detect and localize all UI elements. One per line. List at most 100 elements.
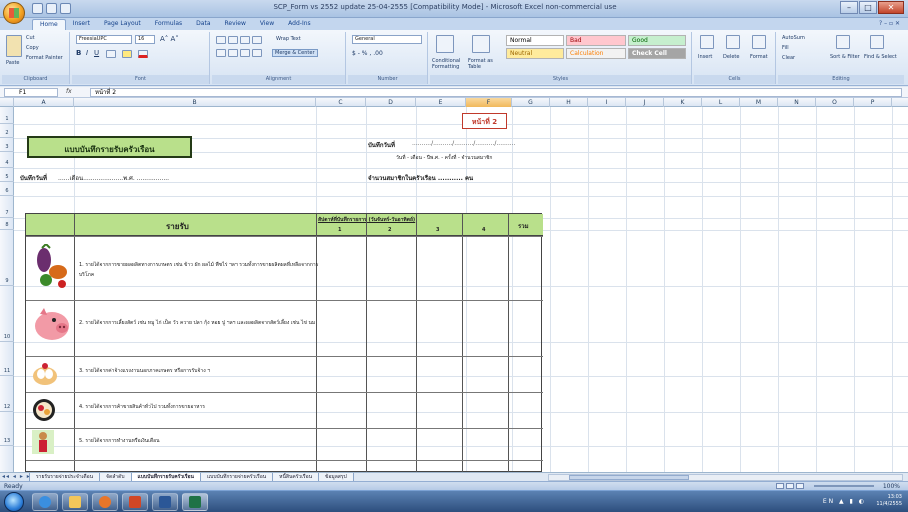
style-bad[interactable]: Bad [566,35,626,46]
copy-button[interactable]: Copy [26,45,39,51]
horizontal-scroll-thumb[interactable] [569,475,689,480]
income-item-1[interactable]: 1. รายได้จากการขายผลผลิตทางการเกษตร เช่น… [79,260,324,280]
align-right-icon[interactable] [240,49,250,57]
format-as-table-button[interactable]: Format as Table [468,58,500,70]
column-header-c[interactable]: C [316,98,366,107]
taskbar-ie[interactable] [32,493,58,511]
align-bottom-icon[interactable] [240,36,250,44]
help-icon[interactable]: ? – ▫ ✕ [879,20,900,27]
delete-cells-icon[interactable] [726,35,740,49]
page-break-view-button[interactable] [796,483,804,489]
row-header-1[interactable]: 1 [0,107,14,124]
format-as-table-icon[interactable] [472,35,490,53]
column-header-i[interactable]: I [588,98,626,107]
row-header-7[interactable]: 7 [0,196,14,218]
close-button[interactable]: ✕ [878,1,904,14]
taskbar-word[interactable] [152,493,178,511]
font-size-combo[interactable]: 16 [135,35,155,44]
conditional-formatting-icon[interactable] [436,35,454,53]
undo-icon[interactable] [46,3,57,14]
format-button[interactable]: Format [750,54,768,60]
ribbon-tab-insert[interactable]: Insert [66,19,97,30]
align-left-icon[interactable] [216,49,226,57]
office-button[interactable] [3,2,25,24]
align-center-icon[interactable] [228,49,238,57]
taskbar-excel[interactable] [182,493,208,511]
align-top-icon[interactable] [216,36,226,44]
autosum-button[interactable]: AutoSum [782,35,805,41]
number-format-combo[interactable]: General [352,35,422,44]
name-box[interactable]: F1 [4,88,58,97]
clear-button[interactable]: Clear [782,55,795,61]
select-all-corner[interactable] [0,98,14,107]
income-item-5[interactable]: 5. รายได้จากการทำงานหรือเงินเดือน [79,436,324,446]
indent-icon[interactable] [252,49,262,57]
delete-button[interactable]: Delete [723,54,739,60]
align-middle-icon[interactable] [228,36,238,44]
style-check-cell[interactable]: Check Cell [628,48,686,59]
row-header-13[interactable]: 13 [0,412,14,446]
formula-input[interactable]: หน้าที่ 2 [90,88,902,97]
find-select-button[interactable]: Find & Select [864,54,897,60]
start-button[interactable] [4,492,24,512]
currency-button[interactable]: $ - % , .00 [352,50,383,57]
worksheet-grid[interactable]: ABCDEFGHIJKLMNOPQ 12345678910111213 หน้า… [0,98,908,472]
column-header-p[interactable]: P [854,98,892,107]
ribbon-tab-view[interactable]: View [253,19,281,30]
row-header-5[interactable]: 5 [0,168,14,182]
ribbon-tab-page-layout[interactable]: Page Layout [97,19,148,30]
column-header-o[interactable]: O [816,98,854,107]
redo-icon[interactable] [60,3,71,14]
maximize-button[interactable]: □ [859,1,877,14]
row-header-4[interactable]: 4 [0,152,14,168]
fill-button[interactable]: Fill [782,45,789,51]
bold-button[interactable]: B [76,49,81,57]
font-name-combo[interactable]: FreesiaUPC [76,35,132,44]
horizontal-scrollbar[interactable] [548,474,903,481]
column-header-h[interactable]: H [550,98,588,107]
orientation-icon[interactable] [252,36,262,44]
fill-color-icon[interactable] [122,50,132,58]
system-tray-icons[interactable]: EN ▲ ▮ ◐ [823,498,866,505]
column-header-l[interactable]: L [702,98,740,107]
row-header-3[interactable]: 3 [0,138,14,152]
wrap-text-button[interactable]: Wrap Text [276,36,301,42]
column-header-a[interactable]: A [14,98,74,107]
column-header-k[interactable]: K [664,98,702,107]
column-header-b[interactable]: B [74,98,316,107]
column-header-d[interactable]: D [366,98,416,107]
font-color-icon[interactable] [138,50,148,58]
column-header-n[interactable]: N [778,98,816,107]
zoom-slider[interactable] [814,485,874,487]
ribbon-tab-add-ins[interactable]: Add-Ins [281,19,317,30]
column-header-q[interactable]: Q [892,98,908,107]
zoom-level[interactable]: 100% [883,483,900,490]
format-cells-icon[interactable] [752,35,766,49]
taskbar-powerpoint[interactable] [122,493,148,511]
row-header-6[interactable]: 6 [0,182,14,196]
clock[interactable]: 13:03 11/4/2555 [876,494,902,508]
income-item-4[interactable]: 4. รายได้จากการค้าขายสินค้าทั่วไป รวมทั้… [79,402,324,412]
household-count[interactable]: จำนวนสมาชิกในครัวเรือน ........... คน [368,173,473,183]
row-header-11[interactable]: 11 [0,342,14,376]
ribbon-tab-review[interactable]: Review [218,19,253,30]
italic-button[interactable]: I [86,49,88,57]
insert-cells-icon[interactable] [700,35,714,49]
column-header-j[interactable]: J [626,98,664,107]
borders-icon[interactable] [106,50,116,58]
underline-button[interactable]: U [94,49,99,57]
merge-center-button[interactable]: Merge & Center [272,49,318,57]
save-icon[interactable] [32,3,43,14]
language-indicator[interactable]: EN [823,498,835,505]
row-header-8[interactable]: 8 [0,218,14,230]
column-header-e[interactable]: E [416,98,466,107]
ribbon-tab-data[interactable]: Data [189,19,217,30]
sort-filter-icon[interactable] [836,35,850,49]
style-normal[interactable]: Normal [506,35,564,46]
column-header-f[interactable]: F [466,98,512,107]
sort-filter-button[interactable]: Sort & Filter [830,54,860,60]
find-select-icon[interactable] [870,35,884,49]
style-good[interactable]: Good [628,35,686,46]
ribbon-tab-home[interactable]: Home [32,19,66,30]
normal-view-button[interactable] [776,483,784,489]
